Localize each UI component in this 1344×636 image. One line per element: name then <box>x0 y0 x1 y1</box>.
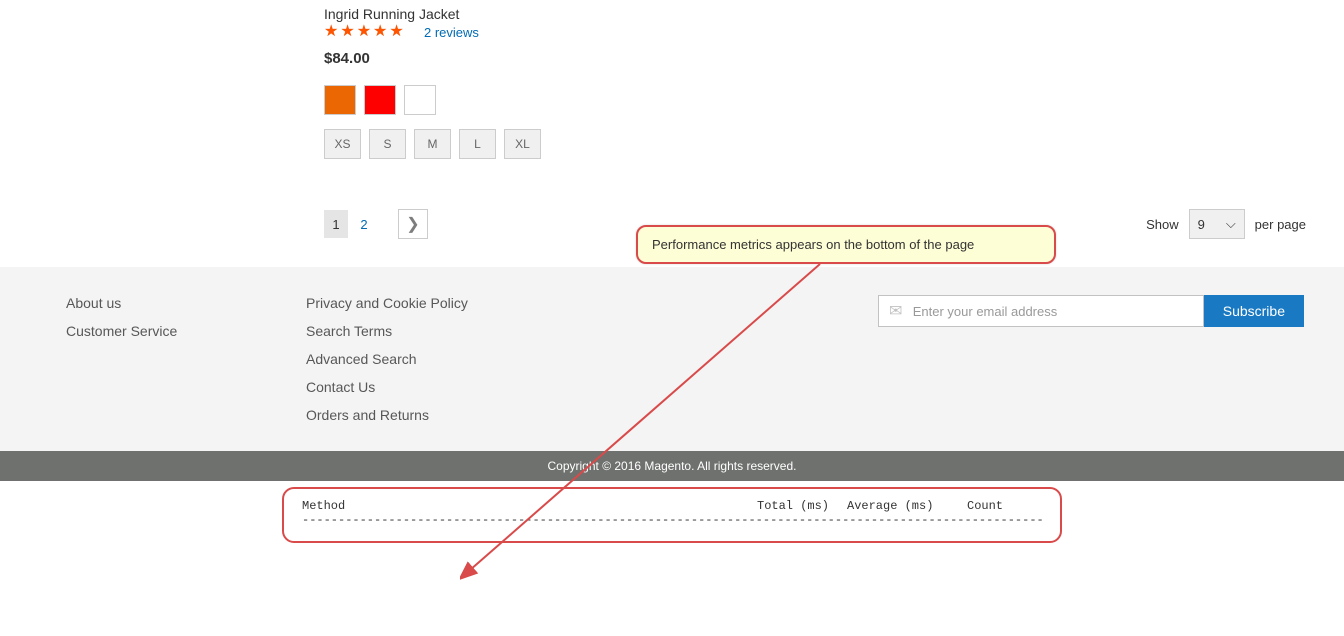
swatch-size-xl[interactable]: XL <box>504 129 541 159</box>
limiter-label-after: per page <box>1255 217 1306 232</box>
star-rating: ★★★★★ ★★★★★ <box>324 24 412 40</box>
newsletter-form: ✉ Subscribe <box>878 295 1304 327</box>
color-swatches <box>324 85 1344 115</box>
newsletter-email-input[interactable] <box>913 296 1203 326</box>
page-current: 1 <box>324 210 348 238</box>
subscribe-button[interactable]: Subscribe <box>1204 295 1304 327</box>
swatch-size-m[interactable]: M <box>414 129 451 159</box>
limiter-value: 9 <box>1198 217 1205 232</box>
footer-link-orders-returns[interactable]: Orders and Returns <box>306 407 468 423</box>
copyright: Copyright © 2016 Magento. All rights res… <box>0 451 1344 481</box>
reviews-link[interactable]: 2 reviews <box>424 25 479 40</box>
chevron-right-icon: ❯ <box>406 214 419 234</box>
swatch-size-xs[interactable]: XS <box>324 129 361 159</box>
pagination: 1 2 ❯ <box>324 209 428 239</box>
size-swatches: XS S M L XL <box>324 129 1344 159</box>
swatch-size-s[interactable]: S <box>369 129 406 159</box>
metrics-col-count: Count <box>967 499 1003 513</box>
annotation-callout: Performance metrics appears on the botto… <box>636 225 1056 264</box>
metrics-col-average: Average (ms) <box>847 499 967 513</box>
mail-icon: ✉ <box>879 301 913 321</box>
footer: About us Customer Service Privacy and Co… <box>0 267 1344 451</box>
footer-link-about[interactable]: About us <box>66 295 246 311</box>
footer-link-search-terms[interactable]: Search Terms <box>306 323 468 339</box>
metrics-divider: ----------------------------------------… <box>302 513 1042 527</box>
footer-link-customer-service[interactable]: Customer Service <box>66 323 246 339</box>
swatch-color-red[interactable] <box>364 85 396 115</box>
metrics-col-total: Total (ms) <box>757 499 847 513</box>
footer-link-privacy[interactable]: Privacy and Cookie Policy <box>306 295 468 311</box>
chevron-down-icon: ⌵ <box>1226 216 1236 232</box>
limiter-label-before: Show <box>1146 217 1179 232</box>
page-next-button[interactable]: ❯ <box>398 209 428 239</box>
product-price: $84.00 <box>324 50 1344 67</box>
performance-metrics-box: Method Total (ms) Average (ms) Count ---… <box>282 487 1062 543</box>
footer-link-contact[interactable]: Contact Us <box>306 379 468 395</box>
swatch-color-white[interactable] <box>404 85 436 115</box>
product-name-link[interactable]: Ingrid Running Jacket <box>324 6 459 22</box>
page-link-2[interactable]: 2 <box>352 210 376 238</box>
swatch-color-orange[interactable] <box>324 85 356 115</box>
limiter-select[interactable]: 9 ⌵ <box>1189 209 1245 239</box>
swatch-size-l[interactable]: L <box>459 129 496 159</box>
footer-link-advanced-search[interactable]: Advanced Search <box>306 351 468 367</box>
metrics-col-method: Method <box>302 499 757 513</box>
